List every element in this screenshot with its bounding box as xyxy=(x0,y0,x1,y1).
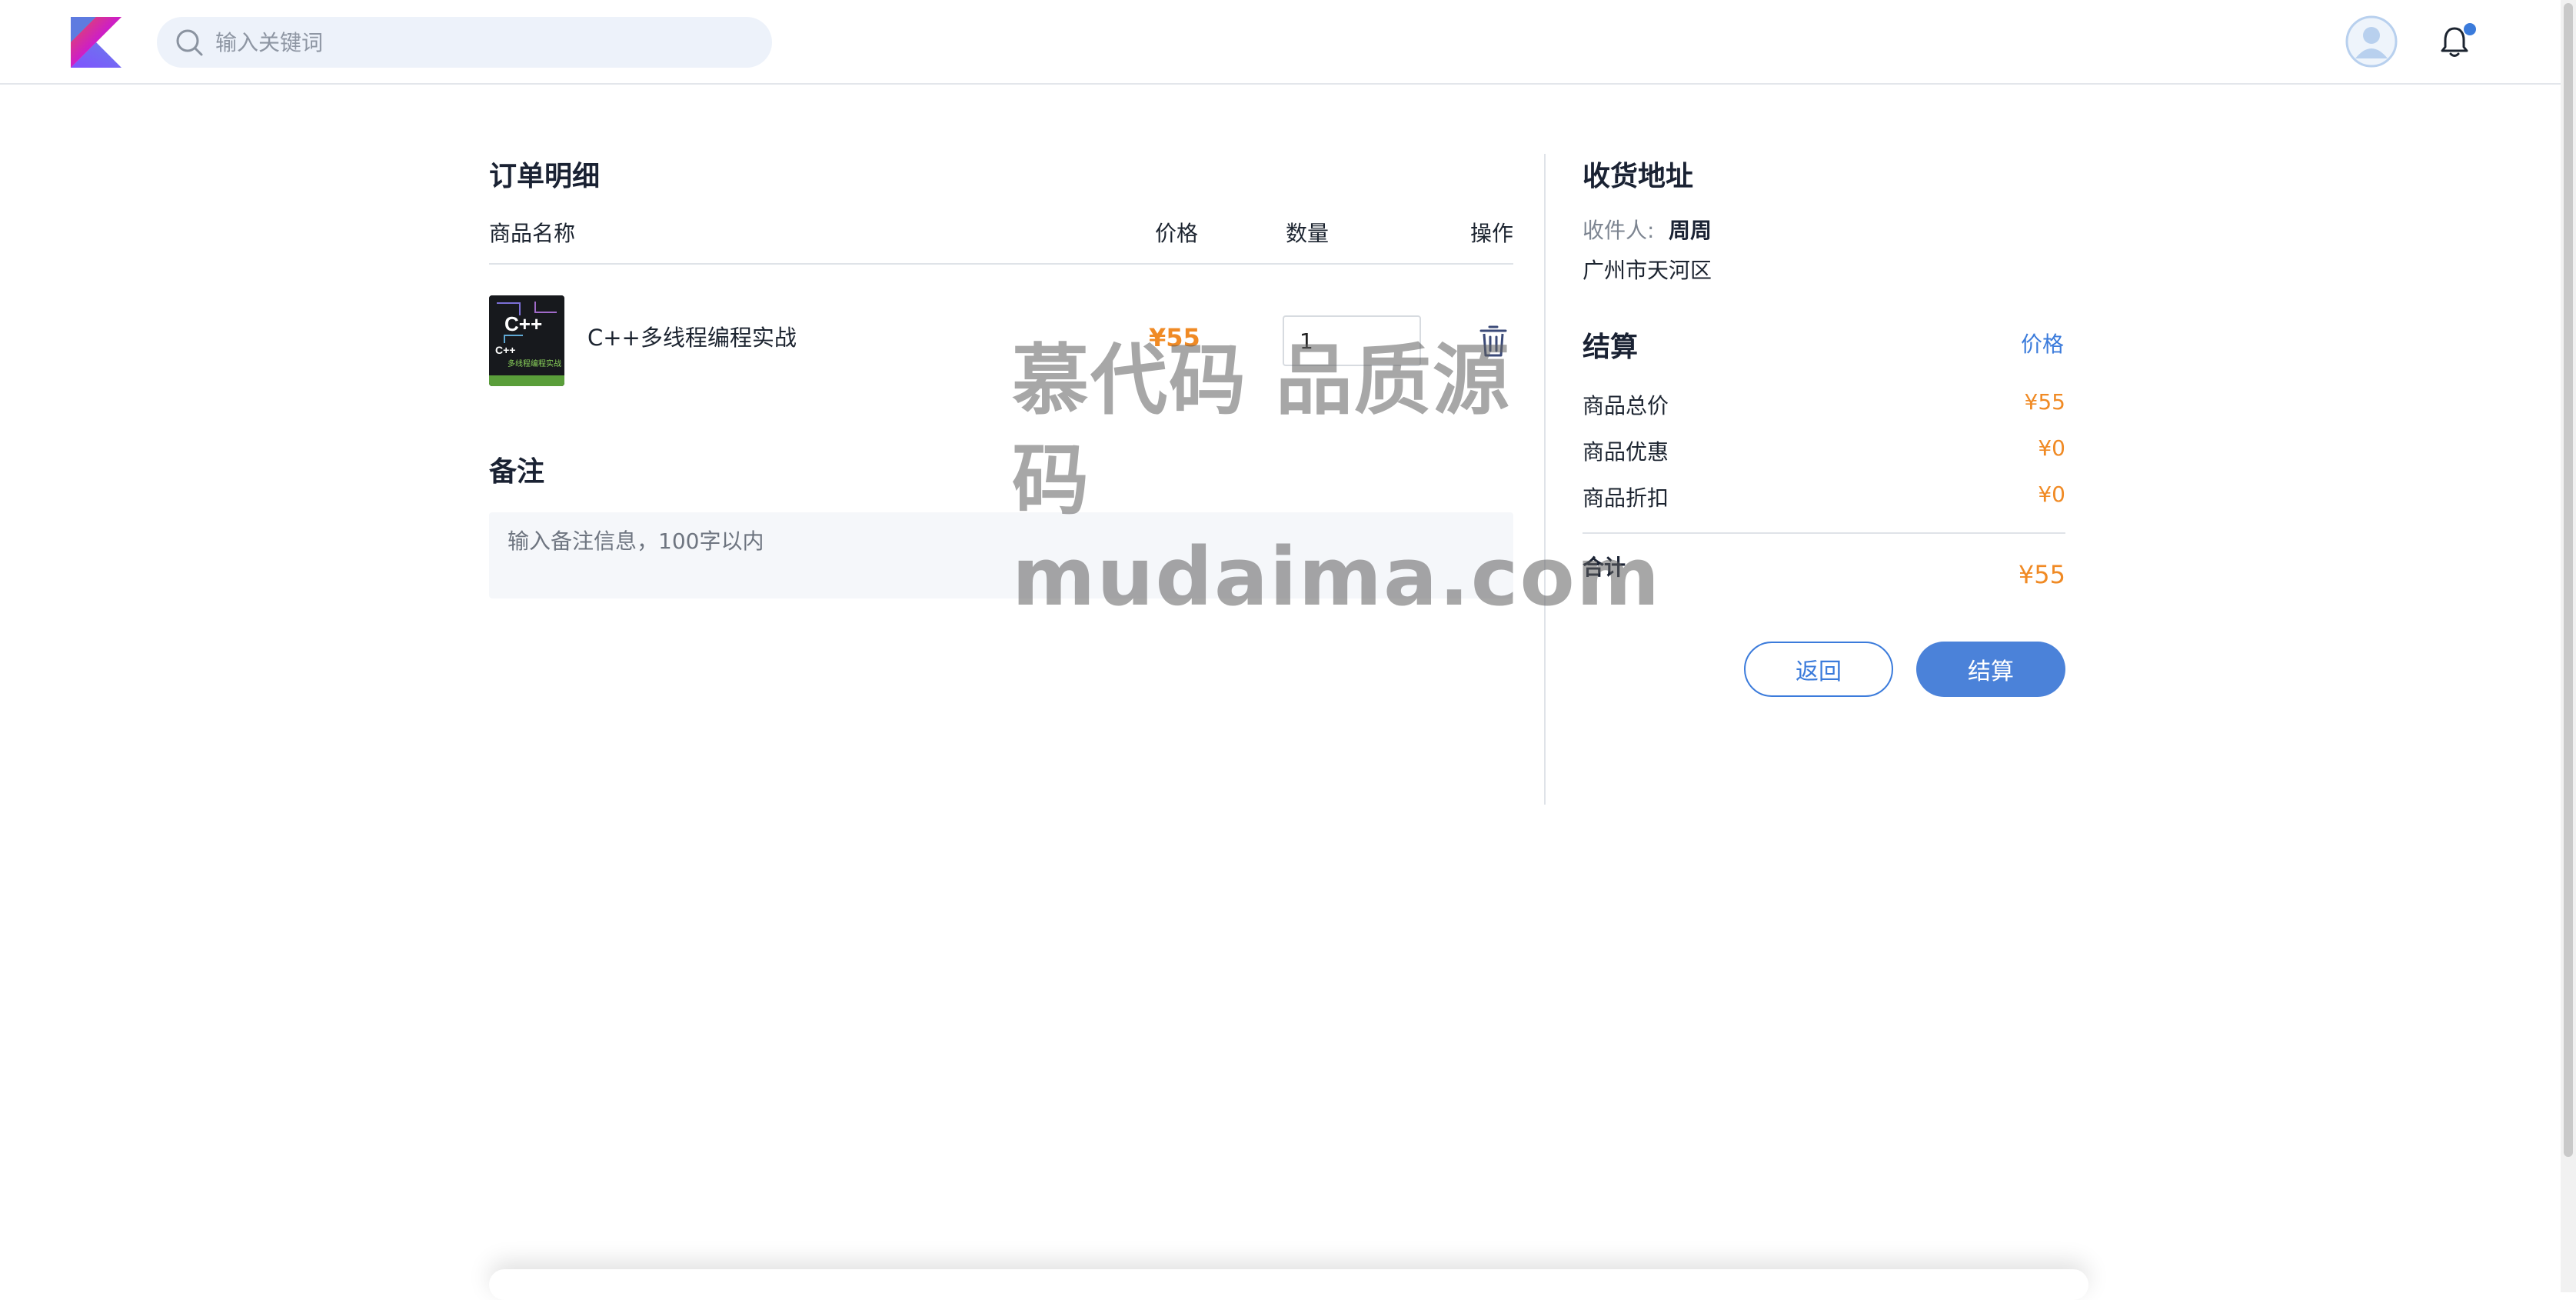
product-name[interactable]: C++多线程编程实战 xyxy=(587,320,797,352)
total-label: 合计 xyxy=(1583,555,1626,580)
checkout-title: 结算 xyxy=(1583,332,1639,363)
top-navigation-bar xyxy=(0,0,2561,85)
remark-textarea[interactable] xyxy=(489,512,1513,598)
column-header-product-name: 商品名称 xyxy=(489,221,576,246)
cover-title-text: C++ xyxy=(504,312,542,335)
search-input[interactable] xyxy=(214,17,752,68)
shipping-address-title: 收货地址 xyxy=(1583,161,1694,192)
user-avatar-icon[interactable] xyxy=(2345,15,2398,68)
column-header-quantity: 数量 xyxy=(1286,221,1330,246)
notification-dot xyxy=(2464,23,2476,35)
rebate-label: 商品折扣 xyxy=(1583,485,1669,511)
cover-subtitle-text: C++ xyxy=(495,344,515,356)
discount-value: ¥0 xyxy=(2038,435,2065,461)
column-header-price: 价格 xyxy=(1155,221,1199,246)
total-value: ¥55 xyxy=(2018,560,2065,589)
address-location: 广州市天河区 xyxy=(1583,258,1712,283)
column-header-action: 操作 xyxy=(1470,221,1514,246)
column-divider xyxy=(1544,154,1546,805)
quantity-input[interactable] xyxy=(1283,315,1421,366)
order-details-title: 订单明细 xyxy=(489,161,601,192)
order-header-divider xyxy=(489,263,1513,265)
search-icon xyxy=(176,29,203,56)
cover-caption-text: 多线程编程实战 xyxy=(508,358,561,368)
recipient-label: 收件人: xyxy=(1583,218,1655,243)
footer-shadow xyxy=(489,1269,2088,1300)
product-cover-image[interactable]: C++ C++ 多线程编程实战 xyxy=(489,295,564,386)
subtotal-label: 商品总价 xyxy=(1583,393,1669,418)
trash-icon[interactable] xyxy=(1478,325,1509,358)
rebate-value: ¥0 xyxy=(2038,482,2065,507)
remark-title: 备注 xyxy=(489,456,545,488)
scrollbar-thumb[interactable] xyxy=(2564,3,2573,1157)
subtotal-value: ¥55 xyxy=(2024,389,2065,415)
recipient-name: 周周 xyxy=(1669,218,1712,243)
kotlin-logo-icon[interactable] xyxy=(71,17,121,68)
price-link[interactable]: 价格 xyxy=(2021,328,2064,358)
product-price: ¥55 xyxy=(1149,323,1200,352)
back-button[interactable]: 返回 xyxy=(1744,642,1893,697)
checkout-button[interactable]: 结算 xyxy=(1916,642,2065,697)
discount-label: 商品优惠 xyxy=(1583,439,1669,465)
checkout-divider xyxy=(1583,532,2065,534)
search-bar[interactable] xyxy=(157,17,772,68)
